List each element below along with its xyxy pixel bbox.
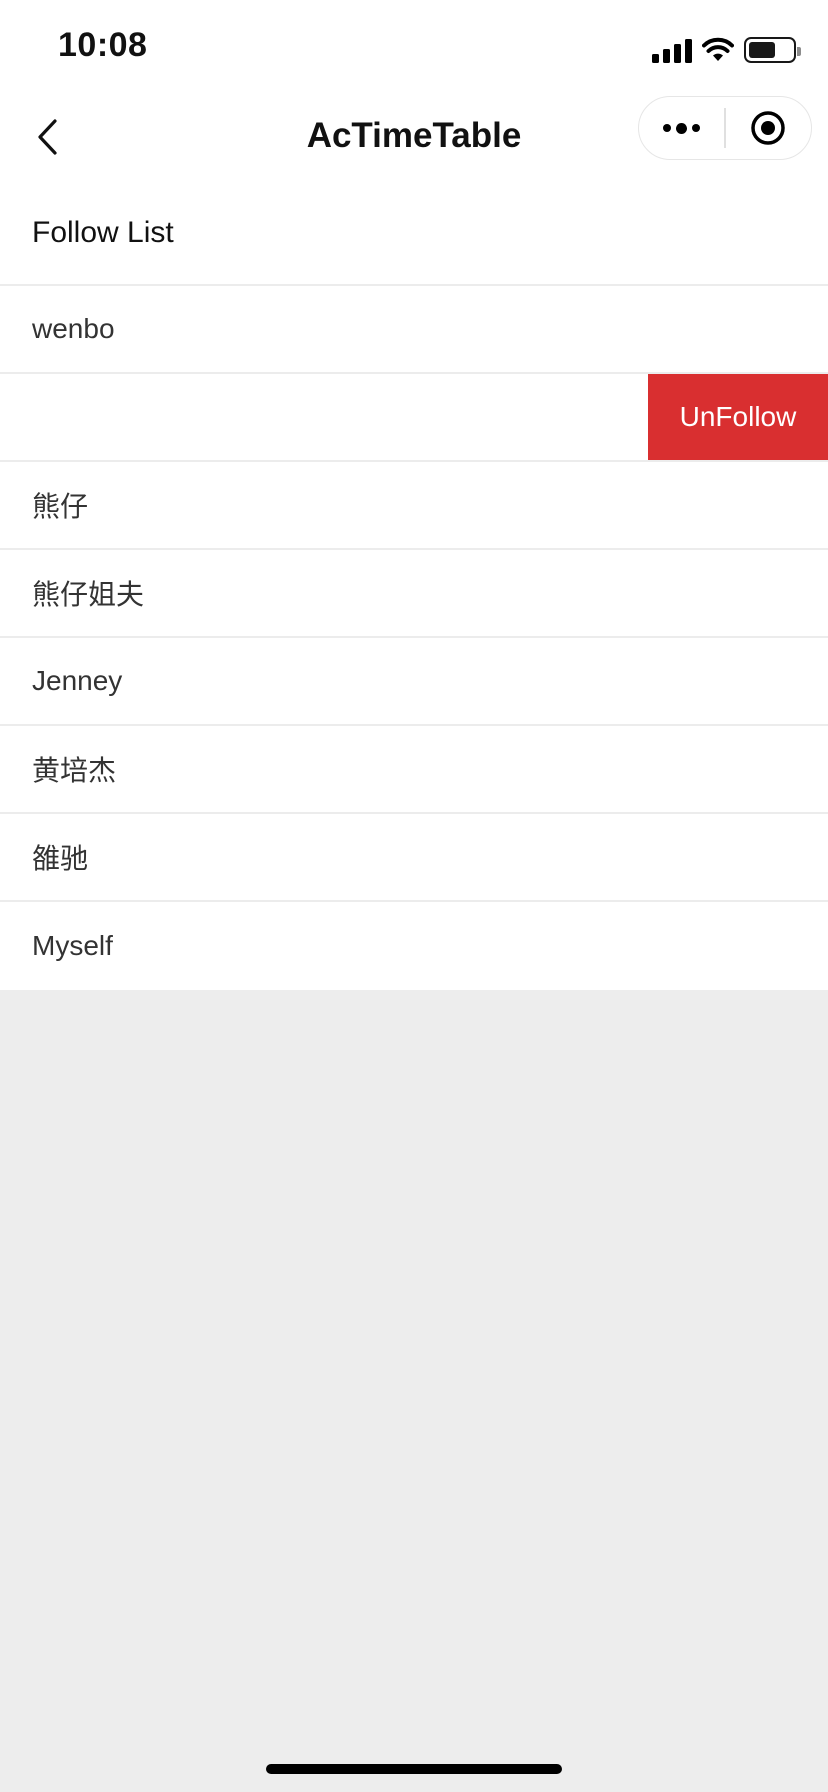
list-item-label: 黄培杰 <box>32 755 117 786</box>
list-item-swiped[interactable]: UnFollow <box>0 374 828 462</box>
list-item-label: 雒驰 <box>32 843 89 874</box>
more-button[interactable] <box>639 97 724 159</box>
list-item[interactable]: 雒驰 <box>0 814 828 902</box>
list-item[interactable]: Myself <box>0 902 828 990</box>
status-icons <box>652 34 801 66</box>
status-time: 10:08 <box>58 26 148 64</box>
list-header: Follow List <box>0 182 828 286</box>
list-item[interactable]: 黄培杰 <box>0 726 828 814</box>
list-item-label: 熊仔 <box>32 491 89 522</box>
list-item-label: wenbo <box>32 313 115 344</box>
nav-bar: AcTimeTable <box>0 92 828 182</box>
wifi-icon <box>702 37 734 61</box>
follow-list: Follow List wenbo UnFollow 熊仔 熊仔姐夫 Jenne… <box>0 182 828 990</box>
capsule-menu <box>638 96 812 160</box>
list-item-label: 熊仔姐夫 <box>32 579 145 610</box>
home-indicator[interactable] <box>266 1764 562 1774</box>
list-item[interactable]: 熊仔姐夫 <box>0 550 828 638</box>
close-target-icon <box>751 111 786 145</box>
status-bar: 10:08 <box>0 0 828 92</box>
list-item[interactable]: 熊仔 <box>0 462 828 550</box>
list-item-label: Jenney <box>32 665 123 696</box>
battery-icon <box>744 37 801 63</box>
close-miniprogram-button[interactable] <box>726 97 811 159</box>
unfollow-button[interactable]: UnFollow <box>648 374 828 460</box>
more-dots-icon <box>663 122 701 134</box>
screen: 10:08 AcTimeTable Follow List wenbo UnFo… <box>0 0 828 1792</box>
list-item[interactable]: wenbo <box>0 286 828 374</box>
cellular-signal-icon <box>652 37 692 63</box>
list-item-label: Myself <box>32 930 113 961</box>
list-item[interactable]: Jenney <box>0 638 828 726</box>
